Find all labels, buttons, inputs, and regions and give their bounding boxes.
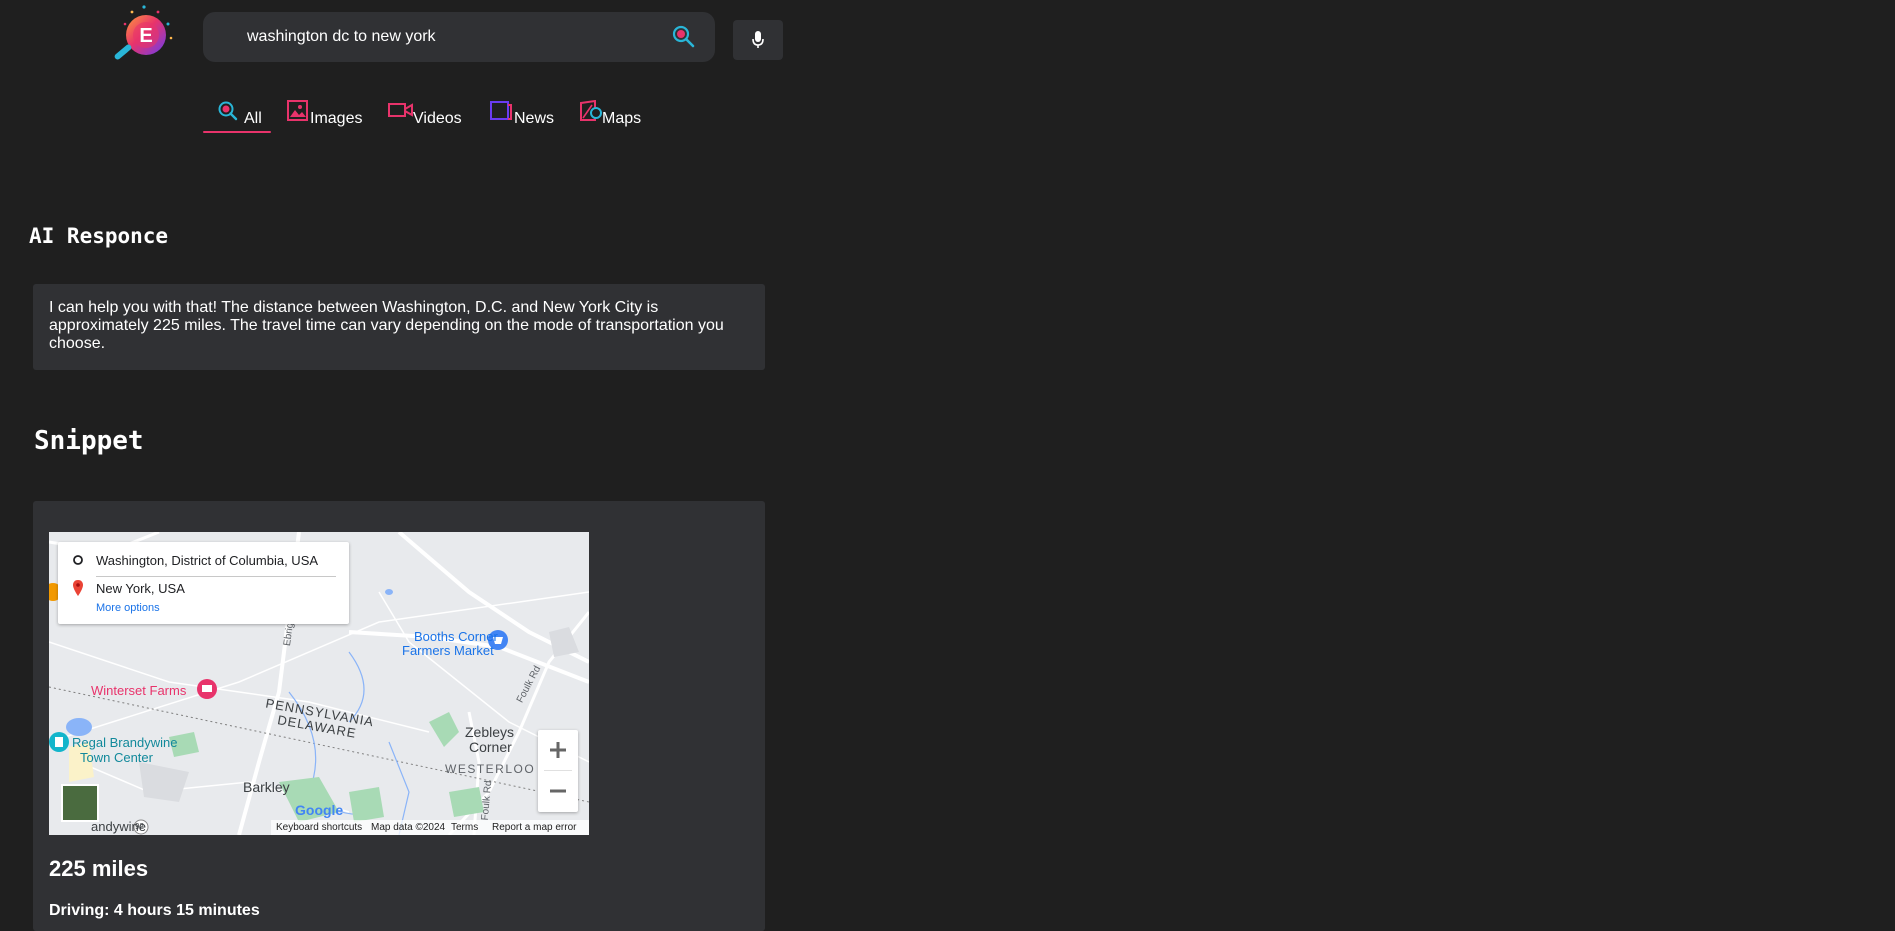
embedded-map[interactable]: Booths Corner Farmers Market Winterset F… bbox=[49, 532, 589, 835]
tab-images[interactable]: Images bbox=[287, 98, 369, 130]
map-icon bbox=[580, 100, 602, 121]
directions-panel: Washington, District of Columbia, USA Ne… bbox=[58, 542, 349, 624]
svg-text:E: E bbox=[139, 25, 152, 47]
voice-search-button[interactable] bbox=[733, 20, 783, 60]
plus-icon bbox=[550, 742, 566, 758]
tab-videos-label: Videos bbox=[413, 110, 462, 127]
zoom-out-button[interactable] bbox=[538, 771, 578, 811]
terms-link[interactable]: Terms bbox=[451, 822, 478, 833]
map-label-westerloo: WESTERLOO bbox=[445, 762, 536, 776]
ai-response-text: I can help you with that! The distance b… bbox=[49, 299, 724, 352]
map-label-corner: Corner bbox=[469, 739, 512, 755]
more-options-link[interactable]: More options bbox=[96, 602, 160, 614]
tab-all[interactable]: All bbox=[217, 98, 277, 130]
zoom-controls bbox=[538, 730, 578, 812]
minus-icon bbox=[550, 789, 566, 793]
snippet-heading: Snippet bbox=[34, 426, 144, 456]
tab-news-label: News bbox=[514, 110, 555, 127]
tab-all-label: All bbox=[244, 110, 262, 127]
tab-videos[interactable]: Videos bbox=[388, 98, 466, 130]
directions-origin[interactable]: Washington, District of Columbia, USA bbox=[96, 553, 318, 568]
report-map-error-link[interactable]: Report a map error bbox=[492, 822, 576, 833]
map-label-zebleys: Zebleys bbox=[465, 724, 515, 740]
tab-maps[interactable]: Maps bbox=[580, 98, 650, 130]
directions-destination[interactable]: New York, USA bbox=[96, 581, 185, 596]
map-label-regal-brandywine: Regal Brandywine bbox=[72, 735, 178, 750]
map-footer: Keyboard shortcuts Map data ©2024 Terms … bbox=[271, 820, 589, 835]
logo-magnifier-icon: E bbox=[114, 5, 173, 60]
origin-circle-icon bbox=[73, 555, 83, 565]
map-label-farmers-market: Farmers Market bbox=[402, 643, 494, 658]
destination-pin-icon bbox=[73, 580, 83, 596]
tab-maps-label: Maps bbox=[602, 110, 642, 127]
news-icon bbox=[490, 101, 512, 120]
map-label-winterset-farms: Winterset Farms bbox=[91, 683, 187, 698]
search-button[interactable] bbox=[671, 24, 697, 50]
search-icon bbox=[672, 25, 695, 48]
tab-images-label: Images bbox=[310, 110, 363, 127]
keyboard-shortcuts-link[interactable]: Keyboard shortcuts bbox=[276, 822, 362, 833]
directions-divider bbox=[96, 576, 336, 577]
search-icon bbox=[218, 101, 238, 121]
microphone-icon bbox=[752, 31, 764, 48]
map-label-town-center: Town Center bbox=[80, 750, 153, 765]
search-box bbox=[203, 12, 715, 62]
map-label-route-92: 92 bbox=[135, 822, 144, 831]
site-logo[interactable]: E bbox=[106, 2, 182, 66]
distance-value: 225 miles bbox=[49, 856, 149, 881]
google-logo: Google bbox=[295, 802, 344, 818]
video-icon bbox=[388, 103, 413, 117]
map-data-label: Map data ©2024 bbox=[371, 822, 446, 833]
tab-news[interactable]: News bbox=[490, 98, 558, 130]
ai-response-heading: AI Responce bbox=[29, 224, 169, 248]
search-input[interactable] bbox=[247, 26, 647, 48]
map-label-barkley: Barkley bbox=[243, 779, 290, 795]
ai-response-card: I can help you with that! The distance b… bbox=[33, 284, 765, 370]
image-icon bbox=[287, 100, 308, 121]
driving-time: Driving: 4 hours 15 minutes bbox=[49, 902, 260, 919]
satellite-toggle[interactable] bbox=[61, 784, 99, 822]
map-label-booths-corner: Booths Corner bbox=[414, 629, 498, 644]
active-tab-indicator bbox=[203, 131, 271, 133]
zoom-in-button[interactable] bbox=[538, 730, 578, 770]
